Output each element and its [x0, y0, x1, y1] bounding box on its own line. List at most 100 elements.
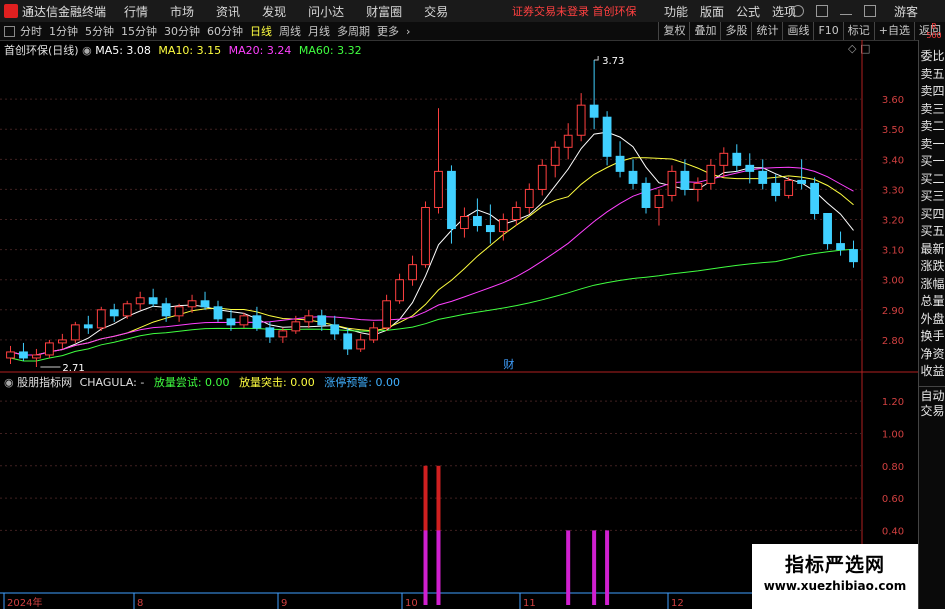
btn-adjust[interactable]: 复权 [658, 22, 689, 40]
menu-item-wealth[interactable]: 财富圈 [366, 3, 402, 20]
sidebar-tab-5[interactable]: 卖一 [919, 136, 945, 154]
btn-overlay[interactable]: 叠加 [689, 22, 720, 40]
candle-body [421, 206, 430, 266]
candle-body [524, 188, 534, 208]
candle-body [589, 104, 599, 118]
menu-item-ask[interactable]: 问小达 [308, 3, 344, 20]
sidebar-tab-6[interactable]: 买一 [919, 153, 945, 171]
candle-body [19, 351, 28, 359]
sidebar-tab-12[interactable]: 涨跌 [919, 258, 945, 276]
sidebar-tab-13[interactable]: 涨幅 [919, 276, 945, 294]
candle-body [343, 333, 353, 350]
sidebar-tab-16[interactable]: 换手 [919, 328, 945, 346]
x-label-5: 12 [671, 598, 684, 609]
sidebar-tab-14[interactable]: 总量 [919, 293, 945, 311]
panel-toggle-icon[interactable] [4, 25, 15, 37]
candle-body [460, 216, 469, 230]
menu-item-discover[interactable]: 发现 [262, 3, 286, 20]
menu-bar: 通达信金融终端 行情 市场 资讯 发现 问小达 财富圈 交易 证券交易未登录 首… [0, 0, 945, 23]
menu-function[interactable]: 功能 [664, 3, 688, 20]
price-chart[interactable]: 3.60 3.50 3.40 3.30 3.20 3.10 3.00 2.90 2.80 1.20… [0, 40, 918, 609]
candle-body [615, 155, 625, 172]
sidebar-tab-9[interactable]: 买四 [919, 206, 945, 224]
app-title: 通达信金融终端 [22, 4, 107, 19]
candle-body [291, 321, 301, 332]
x-label-2: 9 [281, 598, 287, 609]
user-guest[interactable]: 游客 [894, 3, 918, 20]
tab-multi-period[interactable]: 多周期 [337, 23, 370, 39]
tab-1min[interactable]: 1分钟 [49, 23, 78, 39]
candle-body [732, 152, 742, 166]
sidebar-tab-2[interactable]: 卖四 [919, 83, 945, 101]
sidebar-tab-18[interactable]: 收益 [919, 363, 945, 381]
chevron-right-icon[interactable]: › [406, 25, 410, 38]
sidebar-tab-4[interactable]: 卖二 [919, 118, 945, 136]
trade-status-notice[interactable]: 证券交易未登录 首创环保 [512, 3, 637, 19]
candle-body [382, 300, 391, 329]
sidebar-tab-8[interactable]: 买三 [919, 188, 945, 206]
sidebar-tab-0[interactable]: 委比 [919, 48, 945, 66]
btn-mark[interactable]: 标记 [842, 22, 874, 40]
candle-body [304, 315, 314, 323]
y-label-4: 3.20 [882, 216, 904, 227]
ma-line-10 [10, 157, 854, 356]
watermark-url: www.xuezhibiao.com [763, 579, 907, 593]
btn-stats[interactable]: 统计 [751, 22, 782, 40]
chart-grid [0, 40, 918, 609]
maximize-icon[interactable] [864, 5, 876, 17]
message-icon[interactable] [816, 5, 828, 17]
headset-icon[interactable] [792, 5, 804, 17]
btn-multi-stock[interactable]: 多股 [720, 22, 751, 40]
ind-y-label-4: 0.40 [882, 526, 904, 537]
candle-body [810, 182, 819, 215]
sidebar-tab-17[interactable]: 净资 [919, 346, 945, 364]
menu-item-markets[interactable]: 市场 [170, 3, 194, 20]
menu-layout[interactable]: 版面 [700, 3, 724, 20]
tab-more[interactable]: 更多 [377, 23, 399, 39]
menu-right: 功能 版面 公式 选项 [664, 0, 808, 22]
btn-f10[interactable]: F10 [813, 22, 842, 40]
candle-body [239, 315, 249, 326]
candle-body [174, 306, 184, 317]
y-label-6: 3.00 [882, 276, 904, 287]
auto-trade-tab[interactable]: 自动 交易 [919, 386, 945, 419]
sidebar-tab-15[interactable]: 外盘 [919, 311, 945, 329]
candle-body [771, 182, 781, 196]
tab-30min[interactable]: 30分钟 [164, 23, 200, 39]
candle-body [226, 318, 236, 326]
candle-body [576, 104, 586, 136]
candle-body [602, 116, 612, 157]
candle-body [109, 309, 119, 317]
tab-15min[interactable]: 15分钟 [121, 23, 157, 39]
tab-intraday[interactable]: 分时 [20, 23, 42, 39]
tab-5min[interactable]: 5分钟 [85, 23, 114, 39]
tab-monthly[interactable]: 月线 [308, 23, 330, 39]
auto-trade-line-2[interactable]: 交易 [919, 404, 945, 419]
candle-body [706, 164, 716, 184]
tab-weekly[interactable]: 周线 [279, 23, 301, 39]
menu-item-trade[interactable]: 交易 [424, 3, 448, 20]
btn-draw[interactable]: 画线 [782, 22, 813, 40]
sidebar-tab-10[interactable]: 买五 [919, 223, 945, 241]
candle-body [758, 170, 768, 184]
sidebar-tab-1[interactable]: 卖五 [919, 66, 945, 84]
candle-body [473, 216, 482, 227]
window-controls [792, 0, 888, 22]
tab-daily[interactable]: 日线 [250, 23, 272, 39]
sidebar-tab-11[interactable]: 最新 [919, 241, 945, 259]
candle-body [641, 182, 651, 208]
auto-trade-line-1[interactable]: 自动 [919, 389, 945, 404]
menu-formula[interactable]: 公式 [736, 3, 760, 20]
tab-60min[interactable]: 60分钟 [207, 23, 243, 39]
btn-add-watch[interactable]: +自选 [873, 22, 914, 40]
sidebar-tab-3[interactable]: 卖三 [919, 101, 945, 119]
menu-item-market[interactable]: 行情 [124, 3, 148, 20]
minimize-icon[interactable] [840, 7, 852, 15]
app-logo-icon [4, 4, 18, 18]
sidebar-tab-7[interactable]: 买二 [919, 171, 945, 189]
y-label-3: 3.30 [882, 185, 904, 196]
menu-item-news[interactable]: 资讯 [216, 3, 240, 20]
candle-body [797, 179, 807, 184]
candle-body [849, 249, 858, 263]
candle-body [83, 324, 93, 329]
